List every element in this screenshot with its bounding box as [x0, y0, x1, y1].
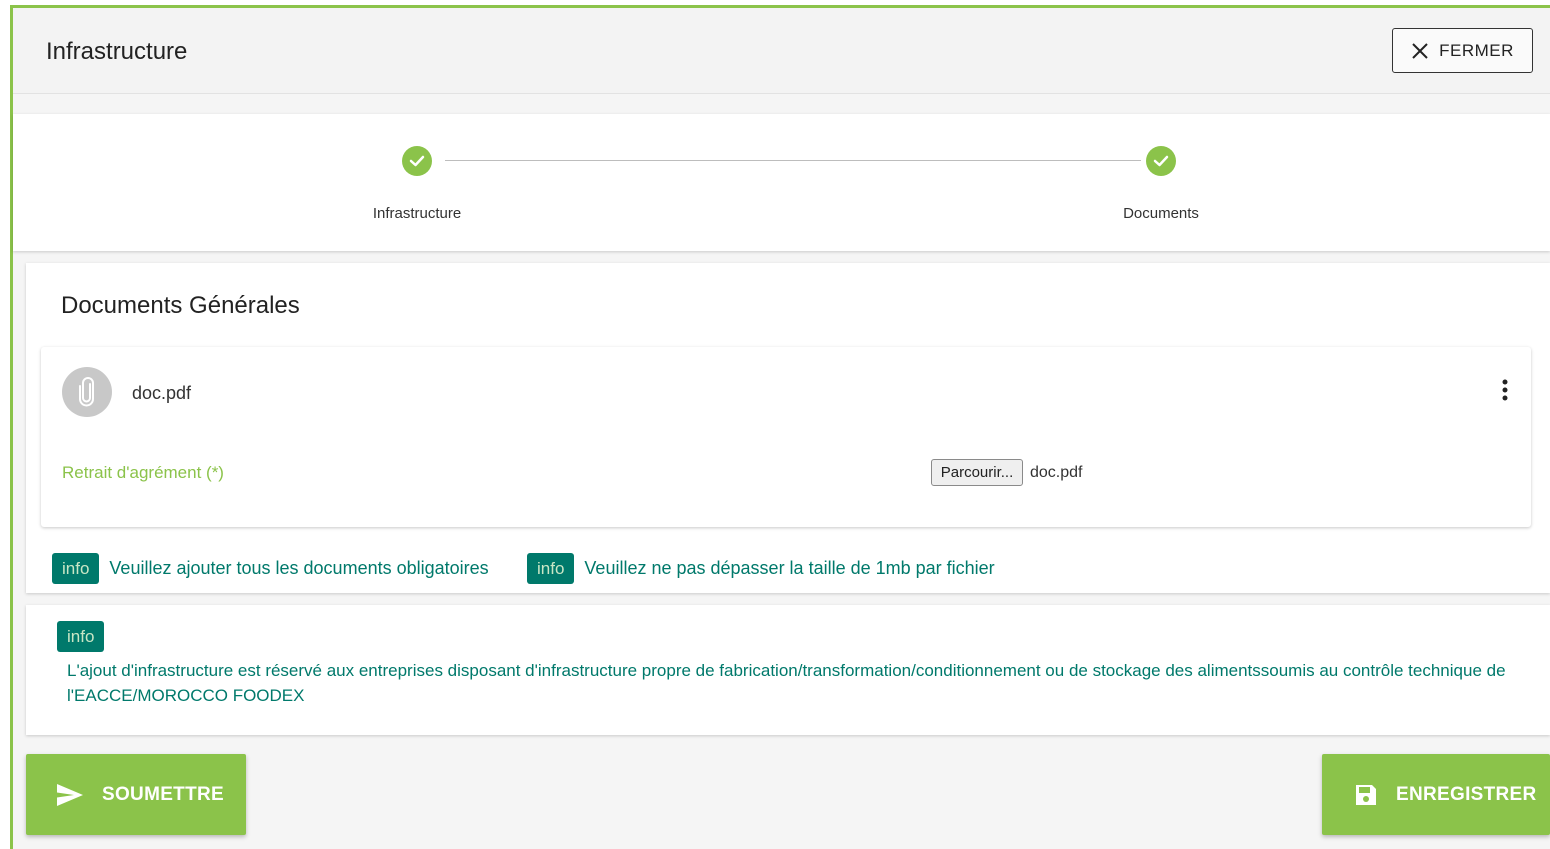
paperclip-icon [79, 377, 94, 407]
document-card: doc.pdf Retrait d'agrément (*) Parcourir… [41, 347, 1531, 527]
info-badge: info [527, 553, 575, 584]
step-documents-check[interactable] [1146, 146, 1176, 176]
dialog-title: Infrastructure [46, 38, 188, 65]
step-documents-label: Documents [1123, 205, 1199, 222]
floppy-disk-icon [1356, 784, 1376, 805]
send-icon [57, 783, 83, 806]
document-name: doc.pdf [132, 383, 192, 403]
check-icon [409, 155, 425, 167]
info-text: Veuillez ne pas dépasser la taille de 1m… [584, 558, 995, 578]
close-icon [1411, 42, 1429, 60]
notice-card: info L'ajout d'infrastructure est réserv… [26, 605, 1550, 735]
info-mandatory-docs: info Veuillez ajouter tous les documents… [52, 553, 489, 584]
save-button[interactable]: ENREGISTRER [1322, 754, 1550, 835]
close-button-label: FERMER [1439, 40, 1514, 60]
submit-button[interactable]: SOUMETTRE [26, 754, 246, 835]
more-vertical-icon[interactable] [1493, 375, 1517, 405]
dialog-header: Infrastructure FERMER [13, 8, 1550, 94]
field-label-retrait: Retrait d'agrément (*) [62, 463, 224, 482]
stepper-connector [445, 160, 1141, 161]
info-text: Veuillez ajouter tous les documents obli… [109, 558, 489, 578]
selected-file-name: doc.pdf [1030, 464, 1083, 481]
step-infrastructure-label: Infrastructure [372, 205, 462, 222]
step-infrastructure-check[interactable] [402, 146, 432, 176]
save-button-label: ENREGISTRER [1396, 783, 1537, 805]
submit-button-label: SOUMETTRE [102, 783, 224, 805]
check-icon [1153, 155, 1169, 167]
dialog-frame: Infrastructure FERMER Infrastructure Doc… [10, 5, 1550, 849]
notice-text: L'ajout d'infrastructure est réservé aux… [67, 661, 1506, 705]
info-badge: info [57, 621, 105, 652]
documents-section: Documents Générales doc.pdf Retrait d'ag… [26, 263, 1550, 593]
browse-file-button[interactable]: Parcourir... [931, 459, 1023, 486]
close-button[interactable]: FERMER [1392, 28, 1533, 73]
section-title: Documents Générales [61, 292, 300, 319]
info-badge: info [52, 553, 100, 584]
info-file-size: info Veuillez ne pas dépasser la taille … [527, 553, 995, 584]
stepper: Infrastructure Documents [13, 114, 1550, 251]
attachment-avatar [62, 367, 112, 417]
